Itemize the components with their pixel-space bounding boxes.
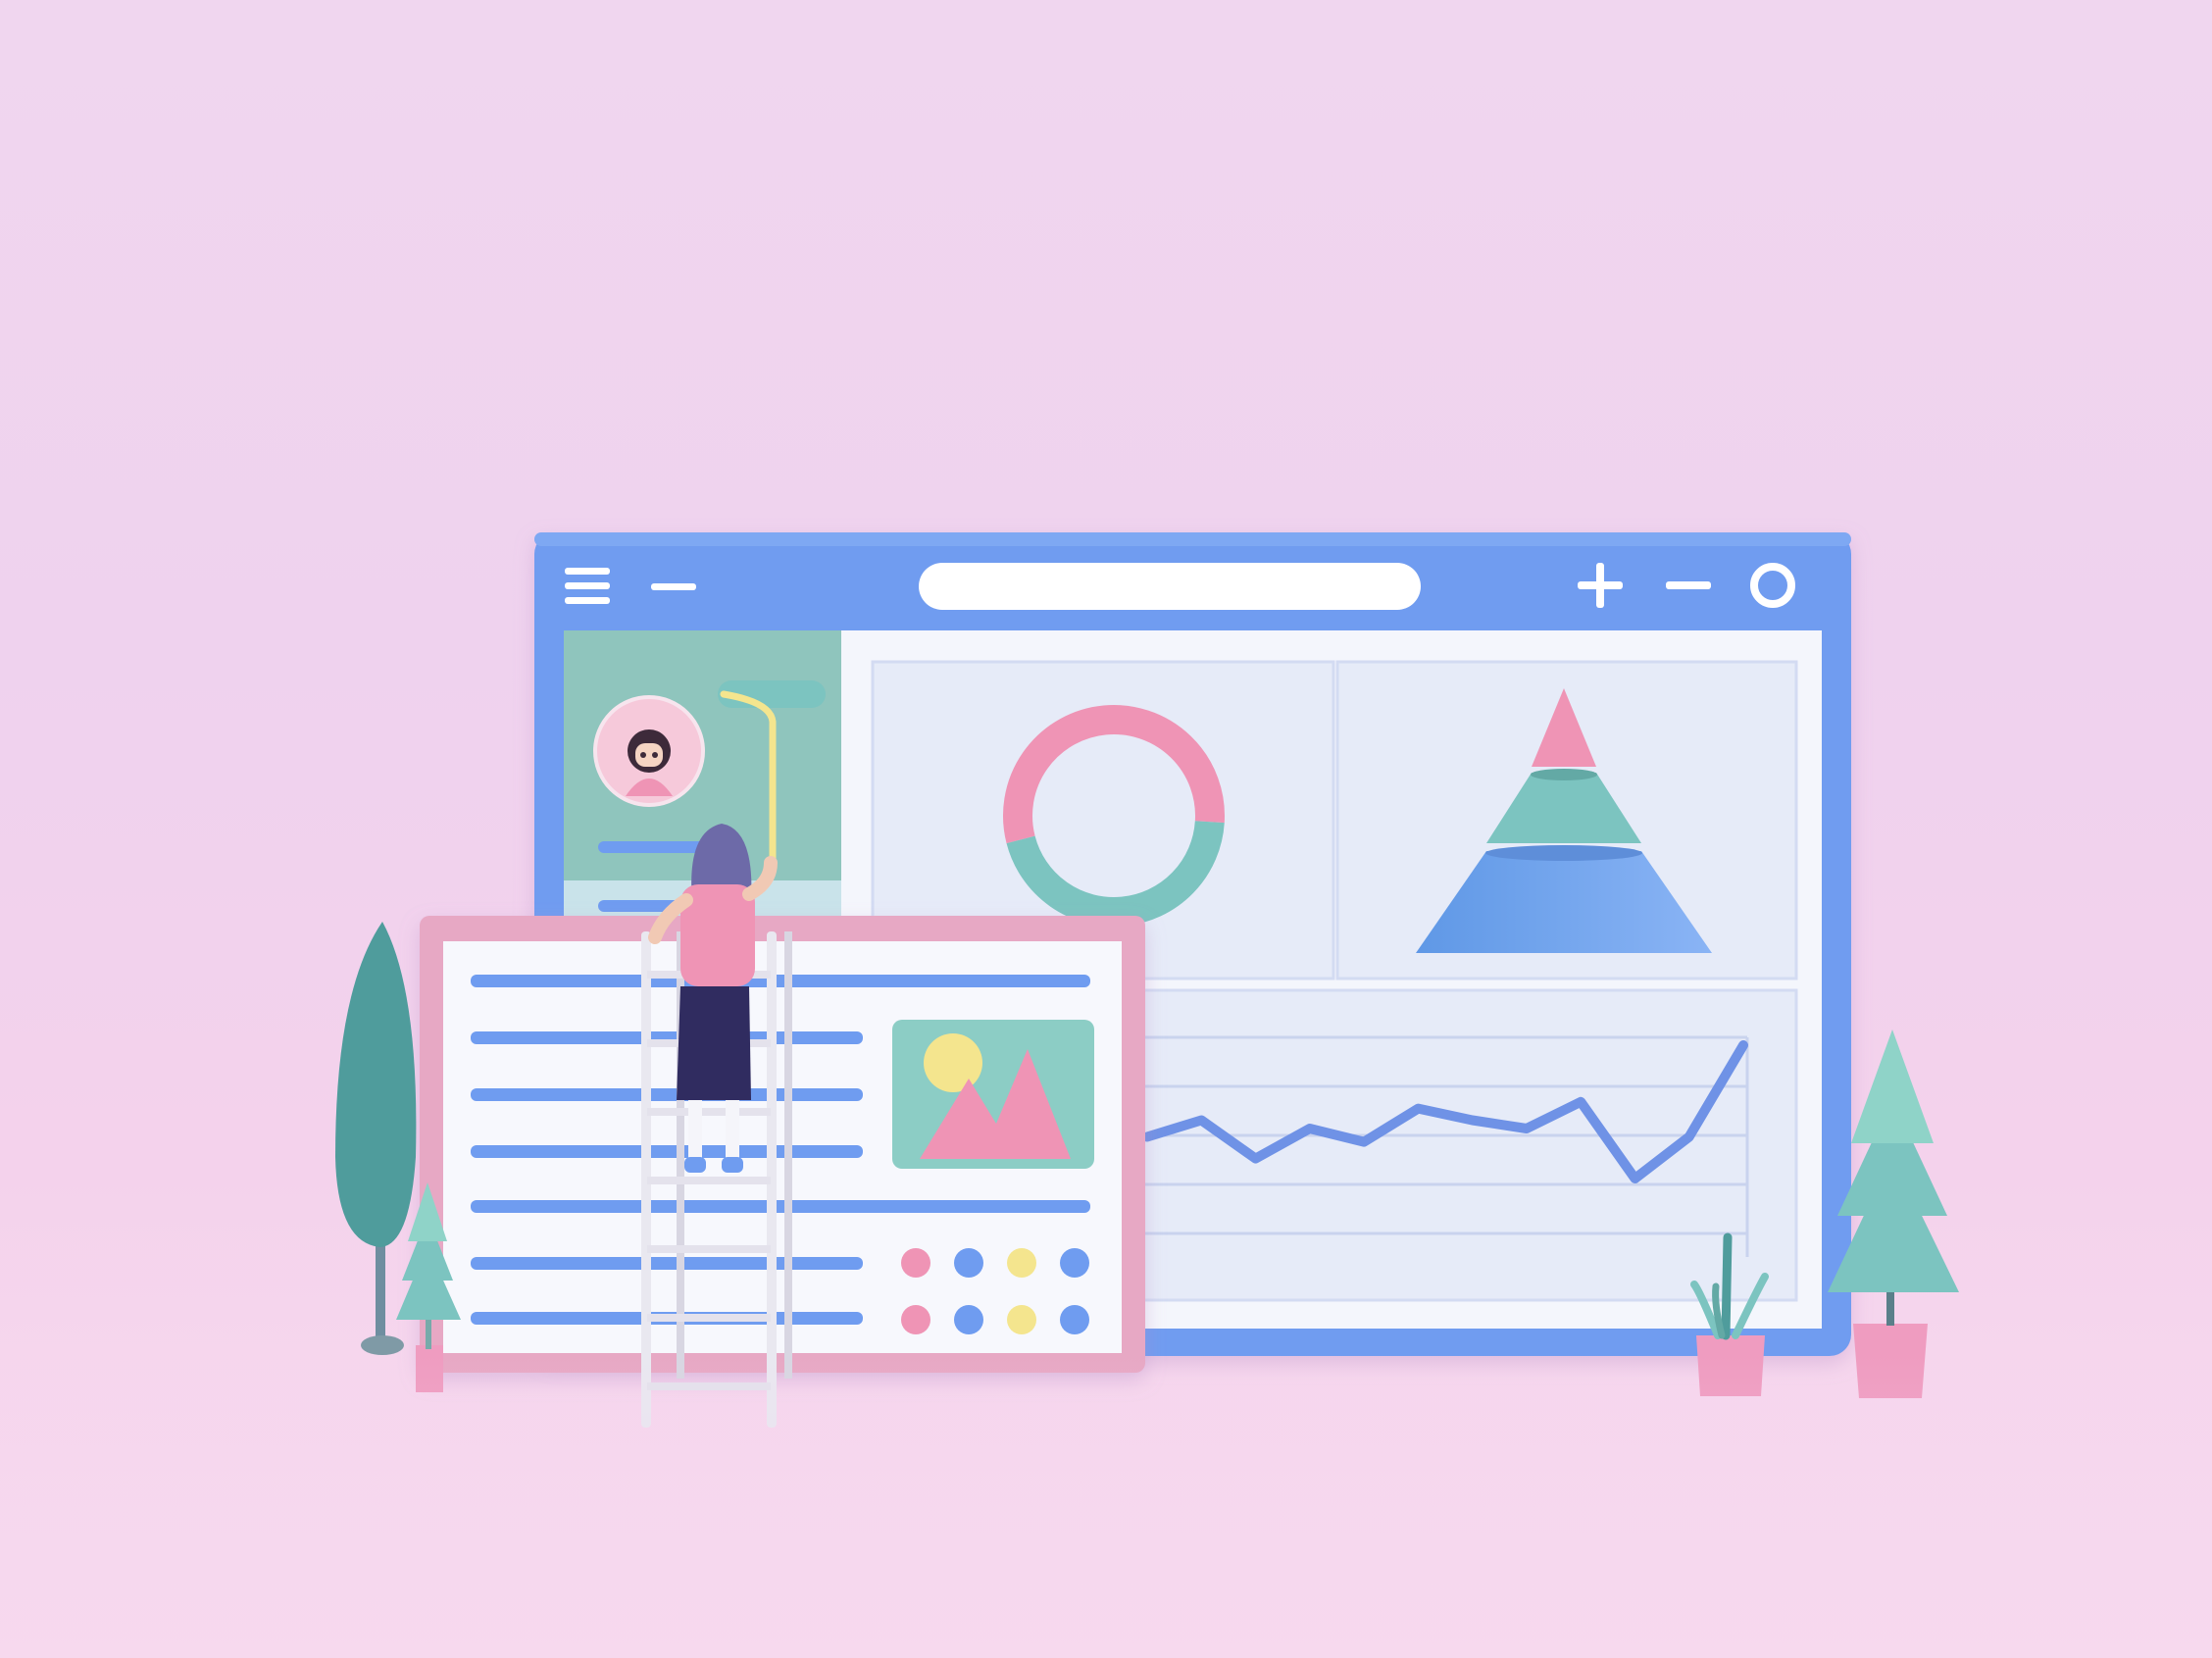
color-dot <box>954 1305 983 1334</box>
browser-frame-edge <box>534 532 1851 546</box>
image-placeholder-icon <box>892 1020 1094 1169</box>
avatar <box>593 695 705 807</box>
sidebar-line <box>598 841 706 853</box>
color-dot <box>901 1305 930 1334</box>
tall-tree <box>335 922 417 1355</box>
minimize-dash-icon[interactable] <box>651 583 696 590</box>
color-dot <box>954 1248 983 1278</box>
address-bar[interactable] <box>919 563 1421 610</box>
color-dot <box>1060 1305 1089 1334</box>
text-line <box>471 1088 863 1101</box>
text-line <box>471 1145 863 1158</box>
illustration-scene <box>0 532 2212 1658</box>
floor-shade <box>0 1353 2212 1658</box>
minus-icon[interactable] <box>1666 581 1711 589</box>
text-line <box>471 1200 1090 1213</box>
color-dot <box>1007 1305 1036 1334</box>
color-dot <box>901 1248 930 1278</box>
color-dot <box>1060 1248 1089 1278</box>
text-line <box>471 975 1090 987</box>
text-line <box>471 1257 863 1270</box>
hamburger-menu-icon[interactable] <box>565 568 610 604</box>
color-dot <box>1007 1248 1036 1278</box>
